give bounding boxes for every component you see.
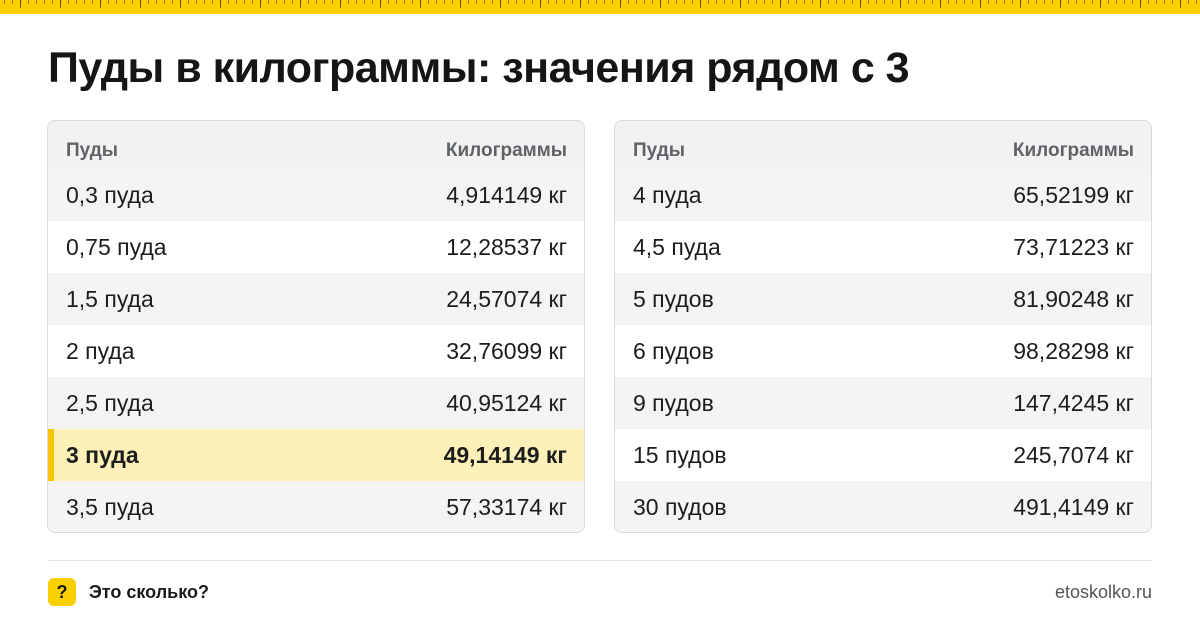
brand-link[interactable]: Это сколько? <box>89 582 209 603</box>
table-row: 15 пудов 245,7074 кг <box>615 429 1151 481</box>
table-row: 30 пудов 491,4149 кг <box>615 481 1151 532</box>
cell-kg: 4,914149 кг <box>446 181 567 208</box>
table-row: 2,5 пуда 40,95124 кг <box>48 377 584 429</box>
cell-pud: 9 пудов <box>633 389 714 416</box>
cell-kg: 98,28298 кг <box>1013 337 1134 364</box>
cell-kg: 49,14149 кг <box>443 441 567 468</box>
table-row-highlighted: 3 пуда 49,14149 кг <box>48 429 584 481</box>
cell-pud: 2,5 пуда <box>66 389 154 416</box>
cell-pud: 0,3 пуда <box>66 181 154 208</box>
cell-kg: 73,71223 кг <box>1013 233 1134 260</box>
cell-pud: 3,5 пуда <box>66 493 154 520</box>
table-row: 4 пуда 65,52199 кг <box>615 169 1151 221</box>
cell-kg: 491,4149 кг <box>1013 493 1134 520</box>
table-row: 0,75 пуда 12,28537 кг <box>48 221 584 273</box>
cell-kg: 147,4245 кг <box>1013 389 1134 416</box>
column-header-kg: Килограммы <box>445 140 567 161</box>
table-row: 0,3 пуда 4,914149 кг <box>48 169 584 221</box>
column-header-pud: Пуды <box>66 140 119 161</box>
cell-pud: 4,5 пуда <box>633 233 721 260</box>
conversion-table-right: Пуды Килограммы 4 пуда 65,52199 кг 4,5 пу… <box>614 120 1152 533</box>
cell-kg: 40,95124 кг <box>446 389 567 416</box>
badge-glyph: ? <box>56 581 68 602</box>
cell-kg: 12,28537 кг <box>446 233 567 260</box>
table-header: Пуды Килограммы <box>48 121 584 169</box>
site-link[interactable]: etoskolko.ru <box>1055 582 1152 603</box>
table-header: Пуды Килограммы <box>615 121 1151 169</box>
cell-pud: 1,5 пуда <box>66 285 154 312</box>
column-header-pud: Пуды <box>633 140 686 161</box>
cell-kg: 65,52199 кг <box>1013 181 1134 208</box>
cell-kg: 81,90248 кг <box>1013 285 1134 312</box>
cell-pud: 3 пуда <box>66 441 139 468</box>
cell-pud: 5 пудов <box>633 285 714 312</box>
cell-kg: 24,57074 кг <box>446 285 567 312</box>
table-row: 6 пудов 98,28298 кг <box>615 325 1151 377</box>
table-row: 5 пудов 81,90248 кг <box>615 273 1151 325</box>
question-mark-icon: ? <box>48 578 76 606</box>
cell-kg: 32,76099 кг <box>446 337 567 364</box>
cell-pud: 2 пуда <box>66 337 135 364</box>
cell-pud: 30 пудов <box>633 493 727 520</box>
cell-kg: 245,7074 кг <box>1013 441 1134 468</box>
table-row: 1,5 пуда 24,57074 кг <box>48 273 584 325</box>
table-row: 3,5 пуда 57,33174 кг <box>48 481 584 532</box>
table-row: 2 пуда 32,76099 кг <box>48 325 584 377</box>
column-header-kg: Килограммы <box>1012 140 1134 161</box>
cell-pud: 15 пудов <box>633 441 727 468</box>
conversion-table-left: Пуды Килограммы 0,3 пуда 4,914149 кг 0,75… <box>47 120 585 533</box>
table-row: 4,5 пуда 73,71223 кг <box>615 221 1151 273</box>
page-title: Пуды в килограммы: значения рядом с 3 <box>48 44 910 92</box>
cell-kg: 57,33174 кг <box>446 493 567 520</box>
table-row: 9 пудов 147,4245 кг <box>615 377 1151 429</box>
ruler-top-bar <box>0 0 1200 14</box>
cell-pud: 6 пудов <box>633 337 714 364</box>
cell-pud: 0,75 пуда <box>66 233 167 260</box>
cell-pud: 4 пуда <box>633 181 702 208</box>
footer-divider <box>48 560 1152 561</box>
